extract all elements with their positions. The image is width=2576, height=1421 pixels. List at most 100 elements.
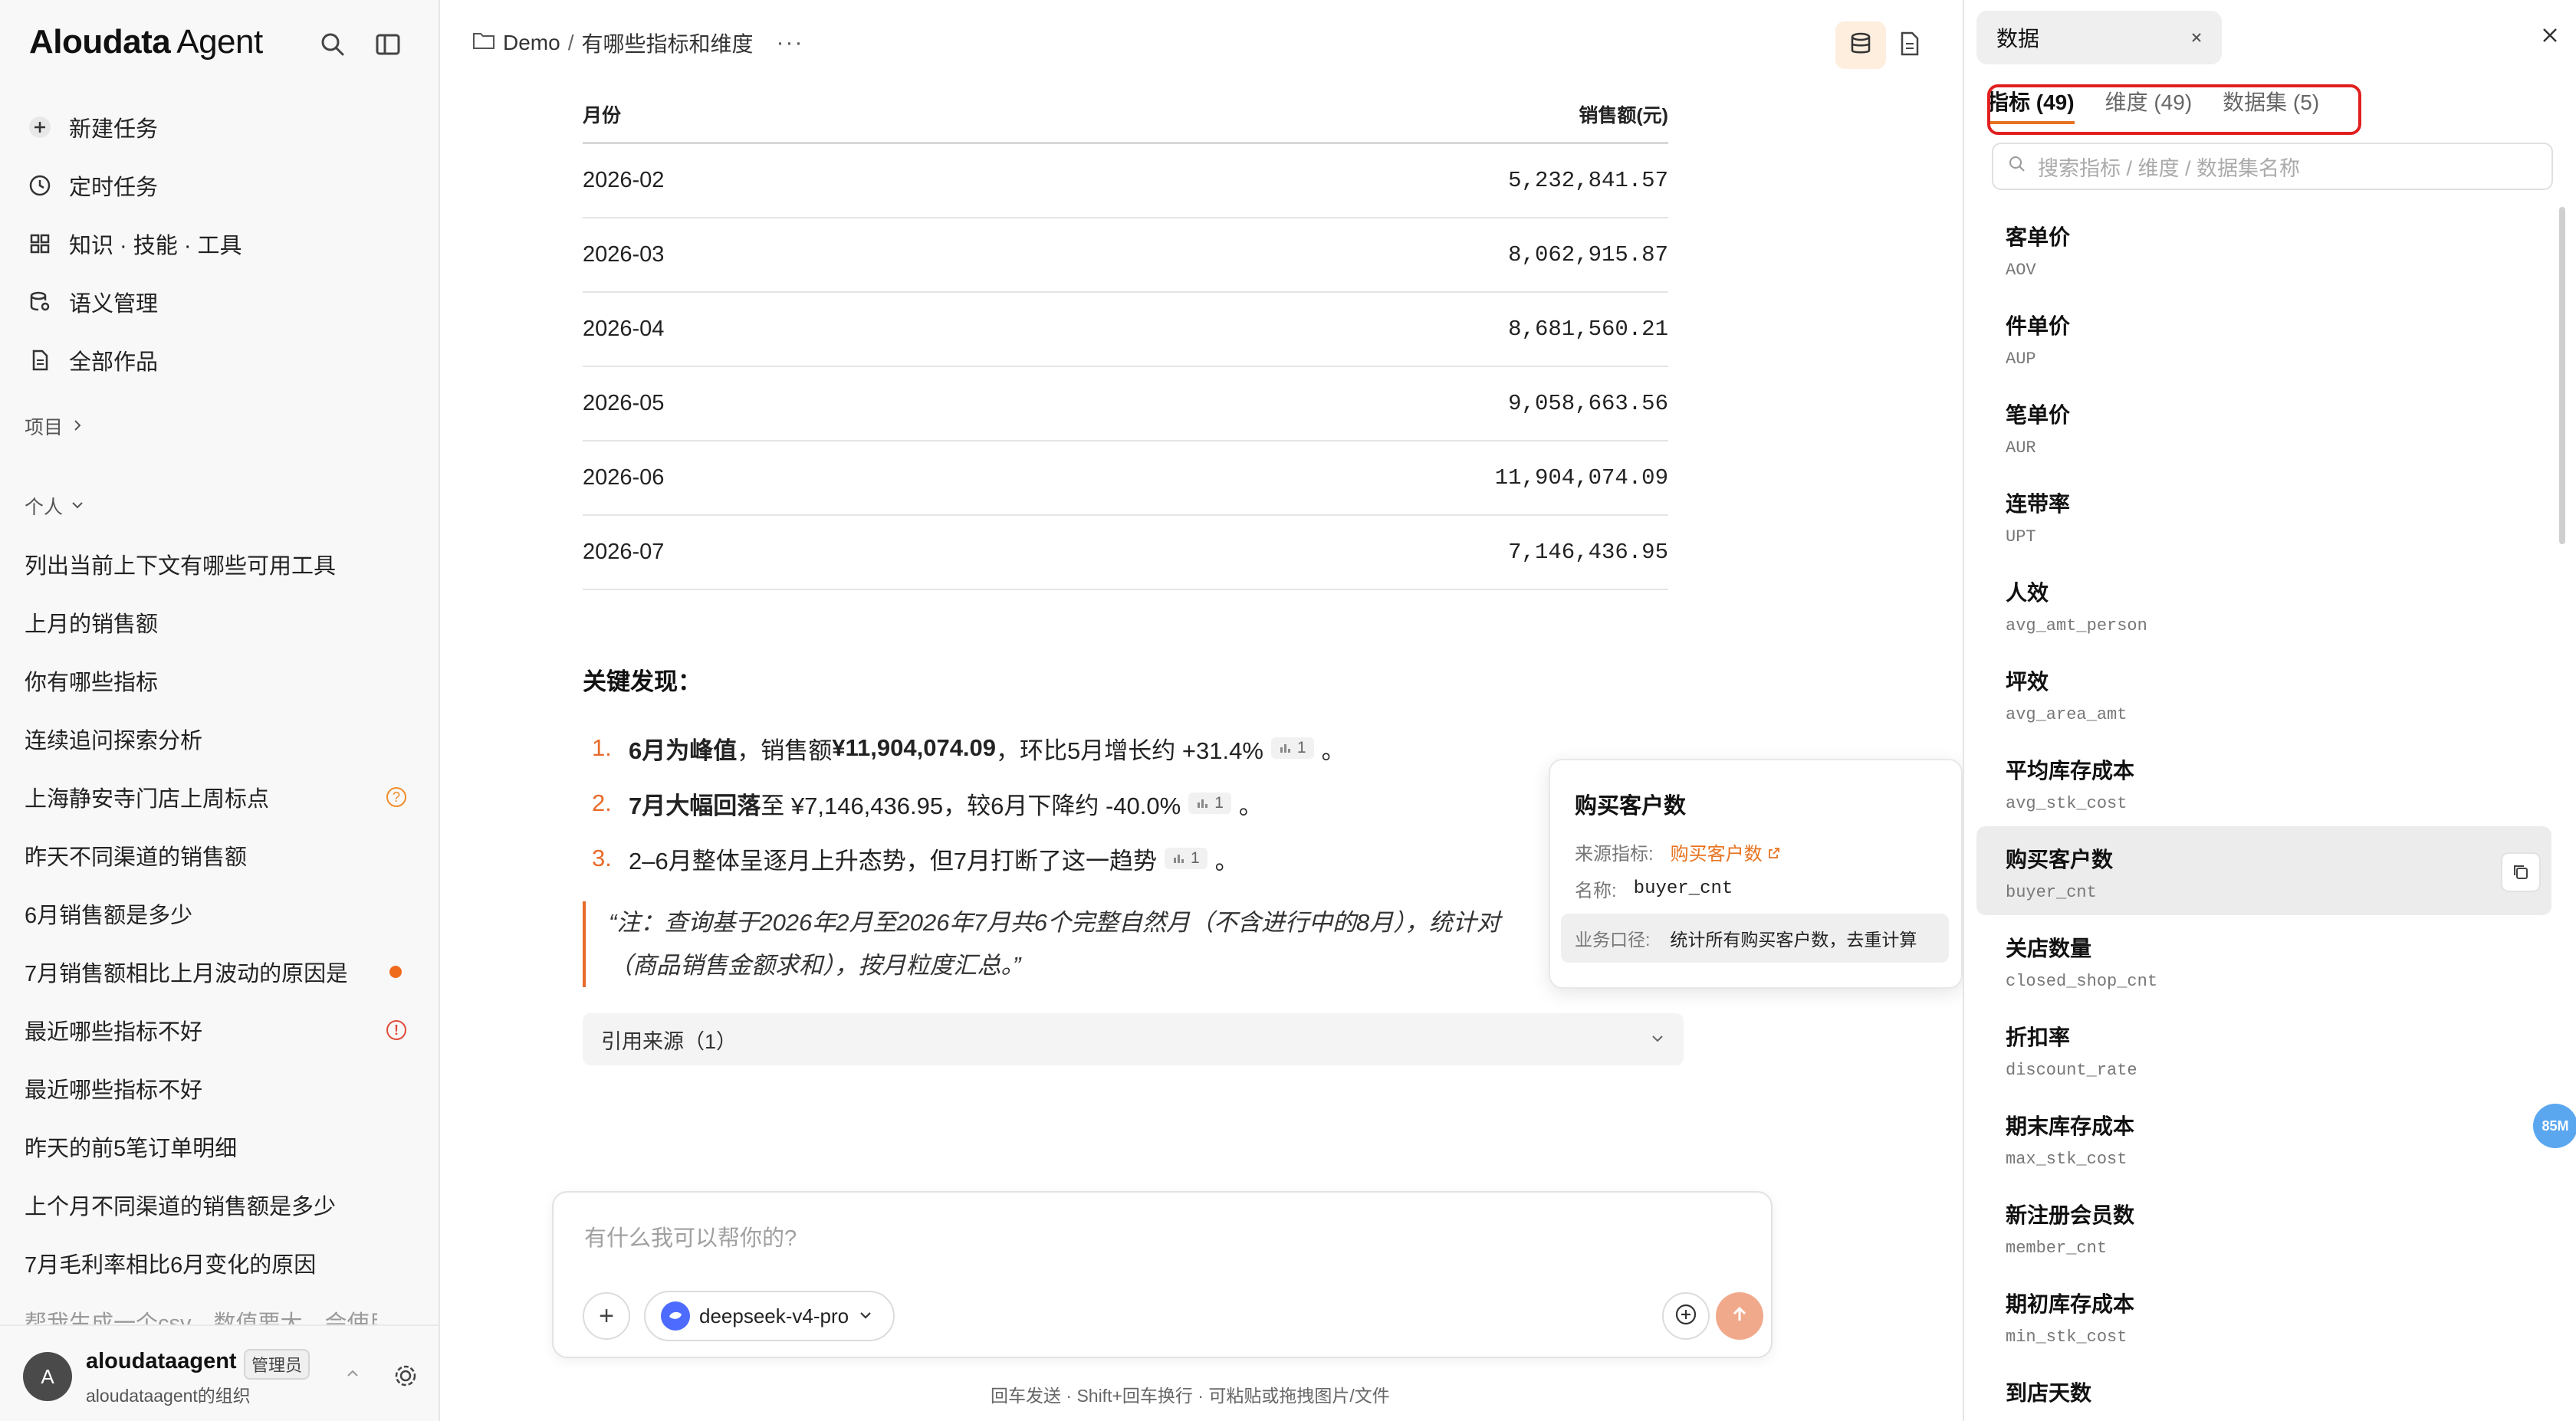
bar-chart-icon: [1198, 799, 1208, 808]
column-header-month: 月份: [583, 104, 622, 126]
citation-chip[interactable]: 1: [1188, 793, 1231, 814]
more-options-button[interactable]: ···: [777, 30, 804, 56]
history-item[interactable]: 昨天不同渠道的销售额: [25, 826, 416, 884]
question-status-icon: ?: [386, 787, 406, 807]
nav-scheduled-tasks[interactable]: 定时任务: [23, 156, 422, 215]
sidebar-toggle-icon[interactable]: [373, 29, 403, 60]
document-panel-button[interactable]: [1884, 21, 1935, 69]
popover-source-row: 来源指标: 购买客户数: [1575, 838, 1781, 865]
nav-label: 定时任务: [69, 176, 159, 200]
clock-icon: [23, 169, 57, 202]
attach-button[interactable]: +: [583, 1292, 630, 1340]
metric-item[interactable]: 笔单价 AUR: [1976, 382, 2551, 471]
nav-semantic-management[interactable]: 语义管理: [23, 273, 422, 331]
annotation-highlight-box: [1987, 84, 2361, 135]
metric-item[interactable]: 折扣率 discount_rate: [1976, 1004, 2551, 1093]
projects-section-toggle[interactable]: 项目: [25, 412, 84, 440]
page-title: 有哪些指标和维度: [581, 32, 754, 56]
findings-heading: 关键发现：: [583, 668, 702, 695]
history-list: 列出当前上下文有哪些可用工具 上月的销售额 你有哪些指标 连续追问探索分析 上海…: [25, 535, 416, 1350]
source-metric-link[interactable]: 购买客户数: [1671, 838, 1782, 865]
database-gear-icon: [23, 285, 57, 319]
nav-knowledge-skills-tools[interactable]: 知识 · 技能 · 工具: [23, 215, 422, 273]
metric-item[interactable]: 客单价 AOV: [1976, 204, 2551, 293]
message-composer: 有什么我可以帮你的? + deepseek-v4-pro: [552, 1191, 1773, 1358]
metric-item[interactable]: 关店数量 closed_shop_cnt: [1976, 915, 2551, 1004]
query-note: “注：查询基于2026年2月至2026年7月共6个完整自然月（不含进行中的8月）…: [583, 901, 1671, 987]
user-profile-bar[interactable]: A aloudataagent 管理员 aloudataagent的组织: [0, 1324, 439, 1421]
close-panel-icon[interactable]: [2539, 23, 2561, 53]
history-item[interactable]: 连续追问探索分析: [25, 710, 416, 768]
new-chat-button[interactable]: [1662, 1292, 1710, 1340]
breadcrumb: Demo / 有哪些指标和维度 ···: [472, 28, 803, 58]
history-item[interactable]: 列出当前上下文有哪些可用工具: [25, 535, 416, 593]
citation-chip[interactable]: 1: [1164, 848, 1208, 869]
unread-dot-icon: [389, 966, 402, 978]
close-tab-icon[interactable]: [2190, 25, 2203, 50]
metric-item[interactable]: 连带率 UPT: [1976, 471, 2551, 560]
citation-chip[interactable]: 1: [1270, 737, 1314, 759]
history-item[interactable]: 上个月不同渠道的销售额是多少: [25, 1176, 416, 1234]
metric-item[interactable]: 期末库存成本 max_stk_cost: [1976, 1093, 2551, 1182]
metric-item[interactable]: 人效 avg_amt_person: [1976, 560, 2551, 648]
document-icon: [23, 343, 57, 377]
send-button[interactable]: [1716, 1292, 1763, 1340]
copy-icon[interactable]: [2501, 852, 2541, 892]
metric-item[interactable]: 平均库存成本 avg_stk_cost: [1976, 737, 2551, 826]
nav-new-task[interactable]: 新建任务: [23, 98, 422, 156]
bar-chart-icon: [1280, 744, 1290, 753]
history-item[interactable]: 7月毛利率相比6月变化的原因: [25, 1234, 416, 1292]
metric-item[interactable]: 坪效 avg_area_amt: [1976, 648, 2551, 737]
nav-label: 知识 · 技能 · 工具: [69, 234, 242, 258]
panel-scrollbar[interactable]: [2559, 207, 2565, 544]
file-text-icon: [1898, 31, 1921, 61]
user-name: aloudataagent: [86, 1349, 237, 1373]
floating-memory-badge[interactable]: 85M: [2533, 1104, 2576, 1148]
metric-item[interactable]: 期初库存成本 min_stk_cost: [1976, 1271, 2551, 1360]
avatar: A: [23, 1352, 72, 1401]
metric-item-selected[interactable]: 购买客户数 buyer_cnt: [1976, 826, 2551, 915]
external-link-icon: [1769, 848, 1780, 858]
chevron-down-icon: [71, 495, 84, 517]
history-item[interactable]: 上月的销售额: [25, 593, 416, 651]
main-content: Demo / 有哪些指标和维度 ··· 月份 销售额(元) 2026-02 5,2…: [442, 0, 1963, 1421]
search-icon[interactable]: [317, 29, 348, 60]
plus-circle-icon: [23, 110, 57, 144]
finding-item: 3. 2–6月整体呈逐月上升态势，但7月打断了这一趋势 1 。: [592, 845, 1239, 875]
metric-item[interactable]: 新注册会员数 member_cnt: [1976, 1182, 2551, 1271]
metric-item[interactable]: 件单价 AUP: [1976, 293, 2551, 382]
citation-sources-toggle[interactable]: 引用来源（1）: [583, 1013, 1684, 1065]
history-item[interactable]: 上海静安寺门店上周标点?: [25, 768, 416, 826]
model-selector[interactable]: deepseek-v4-pro: [644, 1291, 895, 1341]
nav-label: 语义管理: [69, 292, 159, 317]
app-logo[interactable]: Aloudata Agent: [29, 23, 263, 61]
table-row: 2026-06 11,904,074.09: [583, 441, 1668, 516]
personal-section-toggle[interactable]: 个人: [25, 492, 84, 520]
panel-search-input[interactable]: 搜索指标 / 维度 / 数据集名称: [1992, 143, 2553, 190]
history-item[interactable]: 最近哪些指标不好!: [25, 1001, 416, 1059]
history-item[interactable]: 昨天的前5笔订单明细: [25, 1117, 416, 1176]
findings-list: 1. 6月为峰值 ，销售额 ¥11,904,074.09 ，环比5月增长约 +31.…: [592, 720, 1665, 886]
history-item[interactable]: 你有哪些指标: [25, 651, 416, 710]
nav-label: 全部作品: [69, 350, 159, 375]
nav-all-works[interactable]: 全部作品: [23, 331, 422, 389]
user-role-badge: 管理员: [244, 1349, 310, 1380]
history-item[interactable]: 6月销售额是多少: [25, 884, 416, 943]
panel-tab-data[interactable]: 数据: [1976, 11, 2222, 64]
metric-list: 客单价 AOV 件单价 AUP 笔单价 AUR 连带率 UPT 人效 avg_amt_pe…: [1976, 204, 2551, 1421]
error-status-icon: !: [386, 1020, 406, 1040]
metric-item[interactable]: 到店天数...: [1976, 1360, 2551, 1421]
chevron-down-icon: [858, 1304, 873, 1328]
chevron-down-icon: [1650, 1028, 1665, 1052]
history-item[interactable]: 最近哪些指标不好: [25, 1059, 416, 1117]
user-org: aloudataagent的组织: [86, 1386, 251, 1406]
message-input[interactable]: 有什么我可以帮你的?: [584, 1220, 797, 1252]
sidebar-nav: 新建任务 定时任务 知识 · 技能 · 工具 语义管理 全部作品: [23, 98, 422, 389]
deepseek-logo-icon: [661, 1301, 690, 1331]
history-item[interactable]: 7月销售额相比上月波动的原因是什么: [25, 943, 416, 1001]
chevron-up-icon[interactable]: [345, 1366, 360, 1386]
data-panel-toggle-button[interactable]: [1835, 21, 1886, 69]
breadcrumb-folder[interactable]: Demo: [503, 31, 560, 55]
settings-gear-icon[interactable]: [391, 1361, 420, 1390]
table-row: 2026-02 5,232,841.57: [583, 144, 1668, 218]
